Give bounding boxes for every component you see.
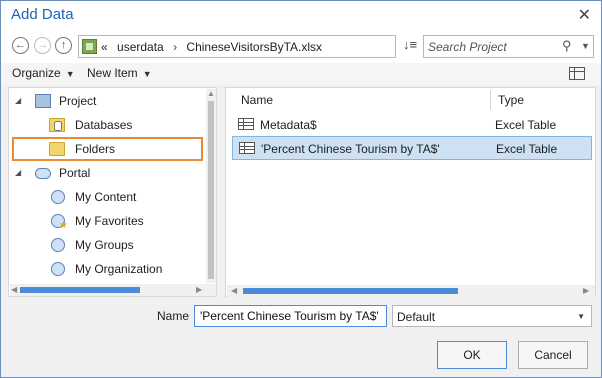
navigation-bar: ← → ↑ « userdata › ChineseVisitorsByTA.x… [1,29,601,63]
add-data-dialog: Add Data ✕ ← → ↑ « userdata › ChineseVis… [0,0,602,378]
tree-vertical-scrollbar[interactable]: ▲ [206,89,216,283]
back-icon[interactable]: ← [12,37,29,54]
tree-horizontal-scroll-thumb[interactable] [20,287,140,293]
breadcrumb-separator[interactable]: › [173,40,177,54]
groups-icon [51,238,65,252]
cancel-button[interactable]: Cancel [518,341,588,369]
tree-item-label: Databases [75,118,133,132]
tree-item-label: My Organization [75,262,163,276]
favorites-icon: ★ [51,214,68,231]
up-icon[interactable]: ↑ [55,37,72,54]
location-icon [82,39,97,54]
scroll-left-icon[interactable]: ◀ [11,285,17,294]
row-name: Metadata$ [260,118,317,132]
title-bar: Add Data ✕ [1,1,601,29]
scroll-up-icon[interactable]: ▲ [207,89,215,98]
database-icon [49,118,65,132]
name-input[interactable] [194,305,387,327]
ok-button[interactable]: OK [437,341,507,369]
column-divider[interactable] [490,90,491,110]
tree-item-label: My Groups [75,238,134,252]
close-icon[interactable]: ✕ [578,5,591,25]
breadcrumb: « userdata › ChineseVisitorsByTA.xlsx [101,40,328,54]
scroll-left-icon[interactable]: ◀ [231,286,237,295]
project-icon [35,94,51,108]
caret-down-icon: ▼ [142,69,152,79]
forward-icon[interactable]: → [34,37,51,54]
breadcrumb-workbook[interactable]: ChineseVisitorsByTA.xlsx [186,40,322,54]
search-box: ⚲ ▼ [423,35,594,58]
list-horizontal-scroll-thumb[interactable] [243,288,458,294]
scroll-right-icon[interactable]: ▶ [583,286,589,295]
tree-item-label: Project [59,94,97,108]
breadcrumb-overflow[interactable]: « [101,40,108,54]
caret-down-icon: ▼ [65,69,75,79]
column-header-type[interactable]: Type [498,88,524,112]
search-icon[interactable]: ⚲ [562,38,572,54]
navigation-tree: ◢ Project Databases Folders ◢ Portal My … [8,87,217,297]
folders-highlight [12,137,203,161]
toolbar: Organize ▼ New Item ▼ [1,63,601,85]
view-options-icon[interactable] [569,67,585,80]
row-type: Excel Table [496,142,558,156]
tree-vertical-scroll-thumb[interactable] [208,101,214,279]
column-header-name[interactable]: Name [241,88,273,112]
row-type: Excel Table [495,118,557,132]
collapse-icon[interactable]: ◢ [15,168,21,177]
organization-icon [51,262,65,276]
tree-item-label: My Content [75,190,137,204]
name-label: Name [157,309,190,323]
search-options-chevron-icon[interactable]: ▼ [581,41,590,51]
collapse-icon[interactable]: ◢ [15,96,21,105]
breadcrumb-userdata[interactable]: userdata [117,40,164,54]
filter-select[interactable]: Default ▼ [392,305,592,327]
tree-item-label: My Favorites [75,214,144,228]
list-horizontal-scrollbar[interactable]: ◀ ▶ [227,285,595,297]
organize-menu[interactable]: Organize ▼ [12,66,75,80]
cloud-icon [35,168,51,179]
dialog-title: Add Data [11,6,74,23]
chevron-down-icon[interactable]: ▼ [577,312,585,321]
table-row-selected[interactable]: 'Percent Chinese Tourism by TA$' Excel T… [232,136,592,160]
organize-label: Organize [12,66,61,80]
row-name: 'Percent Chinese Tourism by TA$' [261,142,440,156]
my-content-icon [51,190,65,204]
table-row[interactable]: Metadata$ Excel Table [232,113,592,137]
filter-value: Default [397,310,436,324]
tree-item-label: Portal [59,166,91,180]
scroll-right-icon[interactable]: ▶ [196,285,202,294]
path-box[interactable]: « userdata › ChineseVisitorsByTA.xlsx ▼ … [78,35,469,58]
new-item-label: New Item [87,66,138,80]
excel-table-icon [238,118,254,130]
tree-horizontal-scrollbar[interactable]: ◀ ▶ [10,284,216,296]
contents-list: Name Type Metadata$ Excel Table 'Percent… [225,87,596,297]
star-icon: ★ [59,220,68,231]
search-input[interactable] [428,39,558,54]
new-item-menu[interactable]: New Item ▼ [87,66,152,80]
sort-icon[interactable]: ↓≡ [403,37,421,55]
excel-table-icon [239,142,255,154]
